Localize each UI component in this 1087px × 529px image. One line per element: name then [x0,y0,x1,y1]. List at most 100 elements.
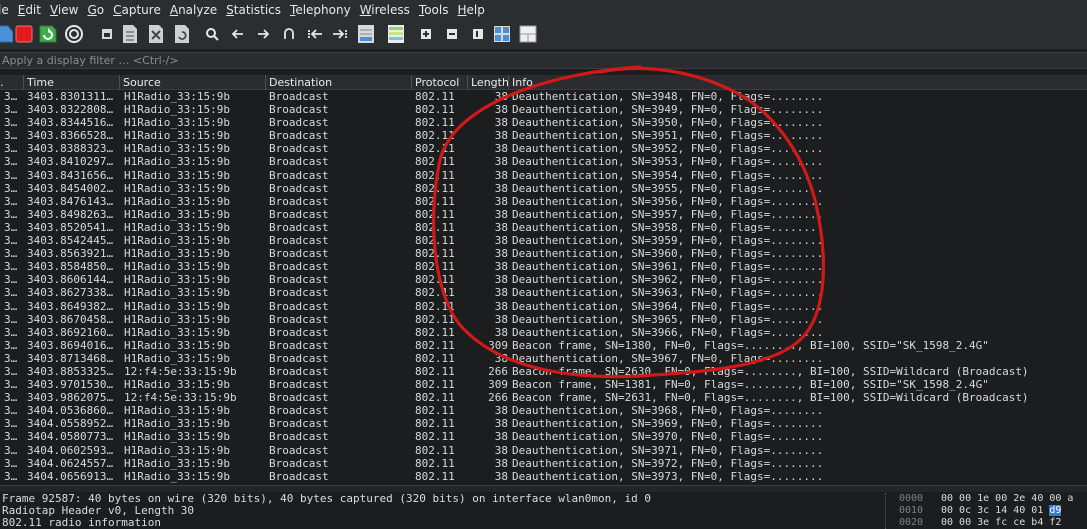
packet-time: 3403.8301311… [27,90,114,103]
packet-row[interactable]: 3… 3403.8584850… H1Radio_33:15:9b Broadcast… [0,260,1087,273]
menu-item[interactable]: Help [457,3,484,17]
packet-row[interactable]: 3… 3403.8366528… H1Radio_33:15:9b Broadcast… [0,129,1087,142]
reload-file-icon[interactable] [172,24,192,44]
packet-protocol: 802.11 [415,116,455,130]
display-filter-input[interactable] [0,53,1087,68]
go-last-icon[interactable] [330,24,350,44]
column-header-source[interactable]: Source [120,75,266,90]
packet-row[interactable]: 3… 3404.0624557… H1Radio_33:15:9b Broadcast… [0,457,1087,470]
autoscroll-icon[interactable] [356,24,376,44]
packet-info: Deauthentication, SN=3963, FN=0, Flags=.… [512,286,824,300]
go-forward-icon[interactable] [253,24,273,44]
packet-row[interactable]: 3… 3403.8520541… H1Radio_33:15:9b Broadcast… [0,221,1087,234]
column-header-info[interactable]: Info [509,75,1087,90]
packet-row[interactable]: 3… 3403.8649382… H1Radio_33:15:9b Broadcast… [0,300,1087,313]
packet-row[interactable]: 3… 3403.8563921… H1Radio_33:15:9b Broadcast… [0,247,1087,260]
menu-label: ireless [371,2,410,17]
bytes-hex[interactable]: 00 00 1e 00 2e 40 00 a [941,493,1073,505]
packet-destination: Broadcast [269,404,329,418]
menu-item[interactable]: Capture [113,3,161,17]
packet-source: H1Radio_33:15:9b [124,430,230,444]
packet-row[interactable]: 3… 3404.0536860… H1Radio_33:15:9b Broadcast… [0,404,1087,417]
bytes-hex[interactable]: 00 00 3e fc ce b4 f2 [941,517,1061,529]
packet-row[interactable]: 3… 3403.8454002… H1Radio_33:15:9b Broadcast… [0,182,1087,195]
go-to-packet-icon[interactable] [279,24,299,44]
restart-capture-icon[interactable] [38,24,58,44]
find-packet-icon[interactable] [202,24,222,44]
menu-item[interactable]: le [0,3,9,17]
go-back-icon[interactable] [228,24,248,44]
packet-row[interactable]: 3… 3403.8388323… H1Radio_33:15:9b Broadcast… [0,142,1087,155]
detail-tree-item[interactable]: 802.11 radio information [0,517,885,529]
zoom-out-icon[interactable] [442,24,462,44]
menu-item[interactable]: Statistics [226,3,281,17]
menu-item[interactable]: Telephony [290,3,351,17]
column-header-no[interactable]: . [0,75,24,90]
packet-protocol: 802.11 [415,207,455,221]
packet-time: 3404.0656913… [27,469,114,483]
packet-row[interactable]: 3… 3403.8344516… H1Radio_33:15:9b Broadcast… [0,116,1087,129]
colorize-icon[interactable] [386,24,406,44]
packet-row[interactable]: 3… 3403.8431656… H1Radio_33:15:9b Broadcast… [0,169,1087,182]
packet-time: 3403.8584850… [27,260,114,274]
packet-row[interactable]: 3… 3403.8627338… H1Radio_33:15:9b Broadcast… [0,286,1087,299]
pane-splitter[interactable] [0,485,1087,492]
menu-item[interactable]: Tools [419,3,449,17]
packet-info: Deauthentication, SN=3960, FN=0, Flags=.… [512,247,824,261]
bytes-hex[interactable]: 00 0c 3c 14 40 01 d9 [941,505,1062,517]
packet-row[interactable]: 3… 3403.9862075… 12:f4:5e:33:15:9b Broadcas… [0,391,1087,404]
packet-info: Deauthentication, SN=3970, FN=0, Flags=.… [512,430,824,444]
packet-row[interactable]: 3… 3404.0656913… H1Radio_33:15:9b Broadcast… [0,470,1087,483]
column-header-length[interactable]: Length [468,75,509,90]
packet-row[interactable]: 3… 3403.8853325… 12:f4:5e:33:15:9b Broadcas… [0,365,1087,378]
packet-row[interactable]: 3… 3403.8606144… H1Radio_33:15:9b Broadcast… [0,273,1087,286]
stop-capture-icon[interactable] [14,24,34,44]
column-header-protocol[interactable]: Protocol [412,75,468,90]
packet-row[interactable]: 3… 3404.0558952… H1Radio_33:15:9b Broadcast… [0,417,1087,430]
menu-item[interactable]: Analyze [170,3,217,17]
packet-row[interactable]: 3… 3404.0602593… H1Radio_33:15:9b Broadcast… [0,444,1087,457]
column-header-destination[interactable]: Destination [266,75,412,90]
packet-row[interactable]: 3… 3403.8301311… H1Radio_33:15:9b Broadcast… [0,90,1087,103]
packet-source: H1Radio_33:15:9b [124,90,230,103]
close-file-icon[interactable] [146,24,166,44]
menu-item[interactable]: Go [87,3,104,17]
packet-length: 38 [494,247,508,261]
packet-time: 3403.8454002… [27,181,114,195]
bytes-offset: 0010 [899,505,924,516]
open-file-icon[interactable] [97,24,117,44]
zoom-in-icon[interactable] [416,24,436,44]
packet-row[interactable]: 3… 3403.8498263… H1Radio_33:15:9b Broadcast… [0,208,1087,221]
packet-time: 3403.8520541… [27,220,114,234]
packet-no: 3… [4,116,18,130]
menu-item[interactable]: Wireless [360,3,410,17]
go-first-icon[interactable] [305,24,325,44]
packet-length: 38 [494,325,508,339]
capture-options-icon[interactable] [64,24,84,44]
packet-row[interactable]: 3… 3403.8692160… H1Radio_33:15:9b Broadcast… [0,326,1087,339]
packet-destination: Broadcast [269,220,329,234]
packet-row[interactable]: 3… 3403.8476143… H1Radio_33:15:9b Broadcast… [0,195,1087,208]
packet-row[interactable]: 3… 3403.8542445… H1Radio_33:15:9b Broadcast… [0,234,1087,247]
packet-length: 38 [494,234,508,248]
menu-item[interactable]: Edit [18,3,41,17]
menu-mnemonic: A [169,2,179,17]
packet-row[interactable]: 3… 3403.8670458… H1Radio_33:15:9b Broadcast… [0,313,1087,326]
packet-protocol: 802.11 [415,286,455,300]
menu-item[interactable]: View [50,3,78,17]
packet-source: H1Radio_33:15:9b [124,469,230,483]
packet-row[interactable]: 3… 3403.8713468… H1Radio_33:15:9b Broadcast… [0,352,1087,365]
packet-row[interactable]: 3… 3403.8322808… H1Radio_33:15:9b Broadcast… [0,103,1087,116]
packet-protocol: 802.11 [415,338,455,352]
split-view-icon[interactable] [518,24,538,44]
save-file-icon[interactable] [120,24,140,44]
normal-size-icon[interactable] [468,24,488,44]
packet-row[interactable]: 3… 3403.8410297… H1Radio_33:15:9b Broadcast… [0,155,1087,168]
packet-row[interactable]: 3… 3404.0580773… H1Radio_33:15:9b Broadcast… [0,430,1087,443]
resize-columns-icon[interactable] [492,24,512,44]
packet-no: 3… [4,286,18,300]
packet-info: Deauthentication, SN=3949, FN=0, Flags=.… [512,103,824,117]
column-header-time[interactable]: Time [24,75,120,90]
packet-row[interactable]: 3… 3403.8694016… H1Radio_33:15:9b Broadcast… [0,339,1087,352]
packet-row[interactable]: 3… 3403.9701530… H1Radio_33:15:9b Broadcast… [0,378,1087,391]
